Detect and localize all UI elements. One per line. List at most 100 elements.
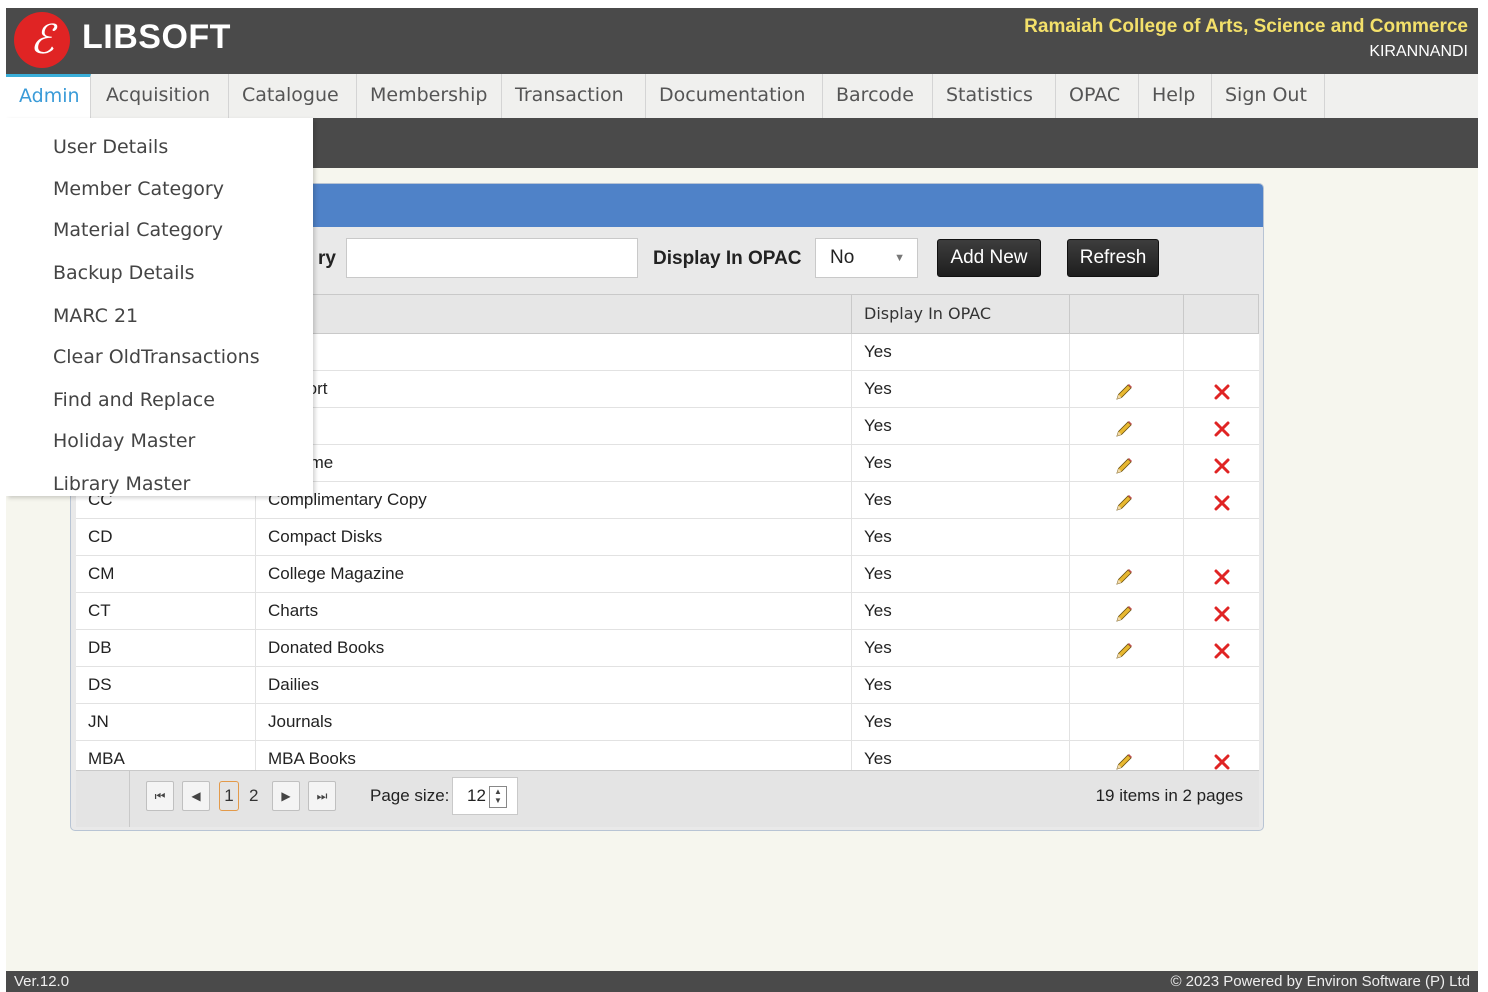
next-page-icon[interactable]: ▶ [272, 781, 300, 811]
prev-page-icon[interactable]: ◀ [182, 781, 210, 811]
cell-delete [1184, 519, 1259, 555]
cell-category: Compact Disks [256, 519, 852, 555]
table-row[interactable]: CM College Magazine Yes [76, 556, 1259, 593]
app-footer: Ver.12.0 © 2023 Powered by Environ Softw… [6, 971, 1478, 992]
delete-x-icon[interactable] [1212, 749, 1232, 770]
dropdown-item-member-category[interactable]: Member Category [53, 178, 224, 200]
chevron-down-icon: ▼ [894, 252, 905, 264]
table-row[interactable]: CT Charts Yes [76, 593, 1259, 630]
category-input[interactable] [346, 238, 638, 278]
delete-x-icon[interactable] [1212, 379, 1232, 400]
edit-pencil-icon[interactable] [1114, 564, 1134, 585]
dropdown-item-clear-old-transactions[interactable]: Clear OldTransactions [53, 346, 260, 368]
menu-help[interactable]: Help [1139, 74, 1212, 118]
menu-catalogue[interactable]: Catalogue [229, 74, 357, 118]
delete-x-icon[interactable] [1212, 601, 1232, 622]
pager-info: 19 items in 2 pages [1095, 786, 1243, 805]
col-header-category[interactable]: ory [256, 295, 852, 333]
cell-display-in-opac: Yes [852, 482, 1070, 518]
table-row[interactable]: JN Journals Yes [76, 704, 1259, 741]
cell-code: CM [76, 556, 256, 592]
dropdown-item-library-master[interactable]: Library Master [53, 473, 190, 495]
cell-display-in-opac: Yes [852, 667, 1070, 703]
edit-pencil-icon[interactable] [1114, 638, 1134, 659]
page-2-button[interactable]: 2 [249, 781, 258, 811]
page-size-input[interactable]: 12 ▲ ▼ [452, 777, 518, 815]
delete-x-icon[interactable] [1212, 453, 1232, 474]
cell-display-in-opac: Yes [852, 704, 1070, 740]
cell-display-in-opac: Yes [852, 445, 1070, 481]
last-page-icon[interactable]: ⏭ [308, 781, 336, 811]
menu-acquisition[interactable]: Acquisition [93, 74, 229, 118]
table-row[interactable]: DB Donated Books Yes [76, 630, 1259, 667]
edit-pencil-icon[interactable] [1114, 749, 1134, 770]
dropdown-item-backup-details[interactable]: Backup Details [53, 262, 195, 284]
edit-pencil-icon[interactable] [1114, 490, 1134, 511]
col-header-edit [1070, 295, 1184, 333]
cell-display-in-opac: Yes [852, 519, 1070, 555]
menu-statistics[interactable]: Statistics [933, 74, 1056, 118]
version-text: Ver.12.0 [14, 973, 70, 990]
category-label: ry [318, 248, 336, 269]
cell-display-in-opac: Yes [852, 408, 1070, 444]
user-name: KIRANNANDI [1369, 43, 1468, 60]
edit-pencil-icon[interactable] [1114, 601, 1134, 622]
page-size-label: Page size: [370, 786, 450, 805]
cell-edit [1070, 445, 1184, 481]
cell-code: DS [76, 667, 256, 703]
display-in-opac-value: No [830, 247, 855, 268]
menu-transaction[interactable]: Transaction [502, 74, 646, 118]
menu-sign-out[interactable]: Sign Out [1212, 74, 1325, 118]
edit-pencil-icon[interactable] [1114, 416, 1134, 437]
edit-pencil-icon[interactable] [1114, 379, 1134, 400]
cell-display-in-opac: Yes [852, 593, 1070, 629]
spinner-icon[interactable]: ▲ ▼ [489, 786, 507, 808]
cell-delete [1184, 334, 1259, 370]
page-1-button[interactable]: 1 [219, 781, 239, 811]
cell-delete [1184, 445, 1259, 481]
menu-admin[interactable]: Admin [6, 74, 91, 118]
col-header-display-in-opac[interactable]: Display In OPAC [852, 295, 1070, 333]
display-in-opac-select[interactable]: No ▼ [815, 238, 918, 278]
edit-pencil-icon[interactable] [1114, 453, 1134, 474]
cell-delete [1184, 371, 1259, 407]
refresh-button[interactable]: Refresh [1067, 239, 1159, 277]
cell-category: ooks [256, 408, 852, 444]
cell-edit [1070, 556, 1184, 592]
cell-edit [1070, 482, 1184, 518]
cell-delete [1184, 556, 1259, 592]
cell-delete [1184, 667, 1259, 703]
delete-x-icon[interactable] [1212, 638, 1232, 659]
menu-membership[interactable]: Membership [357, 74, 502, 118]
cell-category: College Magazine [256, 556, 852, 592]
cell-edit [1070, 334, 1184, 370]
delete-x-icon[interactable] [1212, 564, 1232, 585]
delete-x-icon[interactable] [1212, 490, 1232, 511]
grid-pager: ⏮ ◀ 1 2 ▶ ⏭ Page size: 12 ▲ ▼ 19 items in… [76, 770, 1259, 827]
first-page-icon[interactable]: ⏮ [146, 781, 174, 811]
menu-barcode[interactable]: Barcode [823, 74, 933, 118]
add-new-button[interactable]: Add New [937, 239, 1041, 277]
app-name: LIBSOFT [82, 18, 231, 56]
display-in-opac-label: Display In OPAC [653, 248, 802, 269]
dropdown-item-user-details[interactable]: User Details [53, 136, 168, 158]
cell-code: DB [76, 630, 256, 666]
cell-edit [1070, 704, 1184, 740]
dropdown-item-marc21[interactable]: MARC 21 [53, 305, 138, 327]
dropdown-item-holiday-master[interactable]: Holiday Master [53, 430, 195, 452]
page-size-value: 12 [467, 786, 486, 805]
cell-category: l Volume [256, 445, 852, 481]
delete-x-icon[interactable] [1212, 416, 1232, 437]
app-header: ℰ LIBSOFT Ramaiah College of Arts, Scien… [6, 8, 1478, 74]
cell-edit [1070, 667, 1184, 703]
dropdown-item-find-replace[interactable]: Find and Replace [53, 389, 215, 411]
pager-divider [129, 771, 130, 827]
libsoft-logo-icon: ℰ [14, 12, 70, 68]
menu-documentation[interactable]: Documentation [646, 74, 823, 118]
dropdown-item-material-category[interactable]: Material Category [53, 219, 223, 241]
table-row[interactable]: DS Dailies Yes [76, 667, 1259, 704]
table-row[interactable]: CD Compact Disks Yes [76, 519, 1259, 556]
cell-code: CT [76, 593, 256, 629]
menu-opac[interactable]: OPAC [1056, 74, 1139, 118]
main-menu: Admin Acquisition Catalogue Membership T… [6, 74, 1478, 119]
